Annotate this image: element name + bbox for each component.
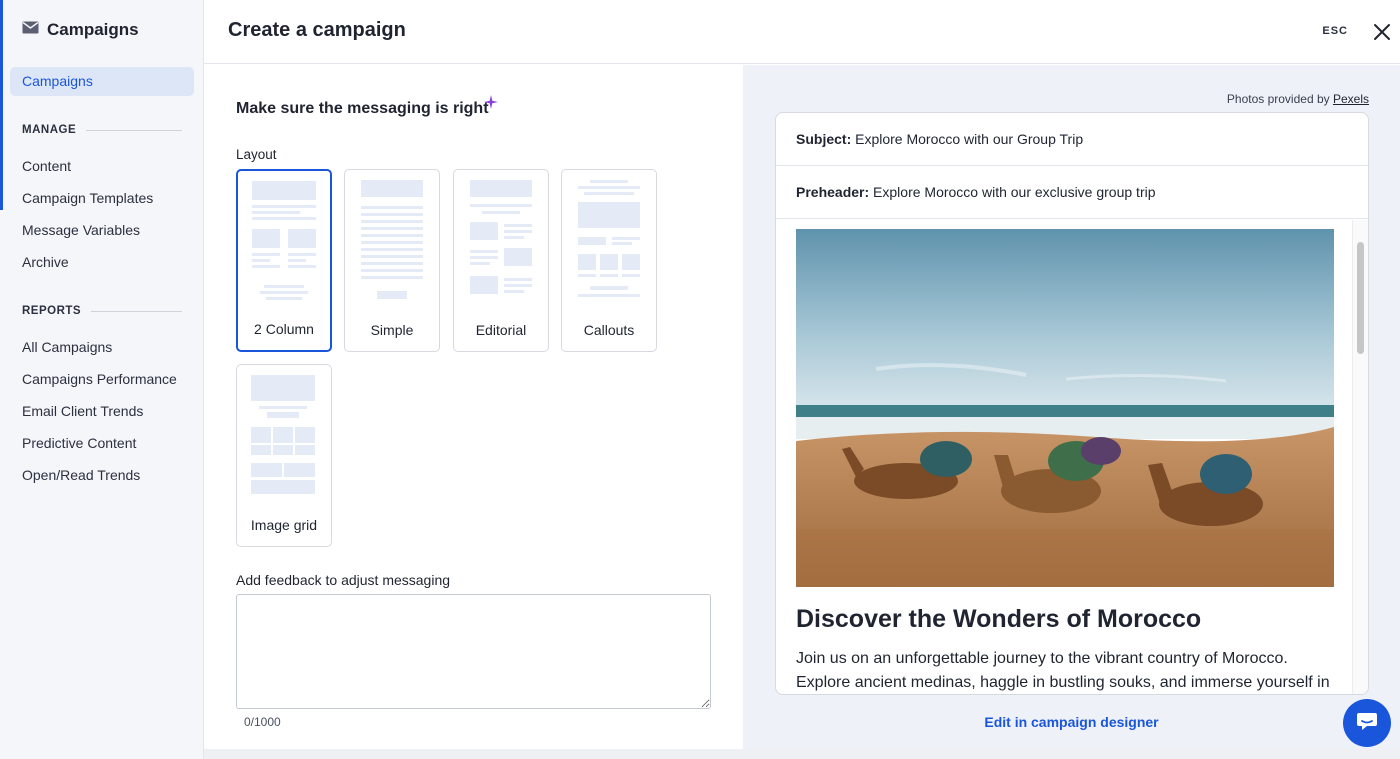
page-title: Create a campaign <box>228 19 406 41</box>
edit-in-designer-link[interactable]: Edit in campaign designer <box>743 714 1400 730</box>
sidebar-item-email-client-trends[interactable]: Email Client Trends <box>22 403 143 419</box>
sidebar-item-campaigns-performance[interactable]: Campaigns Performance <box>22 371 177 387</box>
esc-hint: ESC <box>1322 25 1348 37</box>
chat-button[interactable] <box>1343 699 1391 747</box>
email-body-text: Join us on an unforgettable journey to t… <box>796 650 1330 691</box>
layout-name: Callouts <box>583 322 635 338</box>
modal-header: Create a campaign ESC <box>204 0 1400 64</box>
preheader-row: Preheader: Explore Morocco with our excl… <box>776 166 1368 219</box>
layout-name: 2 Column <box>254 321 314 337</box>
preheader-value: Explore Morocco with our exclusive group… <box>873 184 1156 200</box>
email-preview: Subject: Explore Morocco with our Group … <box>775 112 1369 695</box>
chat-bubble-icon <box>1355 709 1379 738</box>
bottom-strip <box>204 749 1400 759</box>
divider <box>86 129 182 131</box>
callouts-thumbnail <box>578 180 640 297</box>
layout-option-simple[interactable]: Simple <box>344 169 440 352</box>
sidebar-item-campaigns[interactable]: Campaigns <box>10 67 194 96</box>
preview-scrollbar[interactable] <box>1352 220 1368 694</box>
photo-credit: Photos provided by Pexels <box>1226 92 1369 106</box>
image-grid-thumbnail <box>251 375 315 494</box>
sidebar-item-campaign-templates[interactable]: Campaign Templates <box>22 190 153 206</box>
subject-row: Subject: Explore Morocco with our Group … <box>776 113 1368 166</box>
feedback-label: Add feedback to adjust messaging <box>236 572 451 588</box>
sidebar: Campaigns Campaigns MANAGE Content Campa… <box>0 0 204 759</box>
divider <box>91 310 182 312</box>
simple-thumbnail <box>361 180 423 299</box>
layout-option-editorial[interactable]: Editorial <box>453 169 549 352</box>
layout-name: Simple <box>370 322 414 338</box>
sparkle-icon <box>484 95 498 114</box>
layout-option-image-grid[interactable]: Image grid <box>236 364 332 547</box>
close-icon[interactable] <box>1370 20 1394 44</box>
envelope-icon <box>22 21 39 39</box>
section-heading-reports: REPORTS <box>22 305 182 317</box>
layout-option-callouts[interactable]: Callouts <box>561 169 657 352</box>
sidebar-item-open-read-trends[interactable]: Open/Read Trends <box>22 467 140 483</box>
sidebar-item-all-campaigns[interactable]: All Campaigns <box>22 339 112 355</box>
sidebar-item-message-variables[interactable]: Message Variables <box>22 222 140 238</box>
character-counter: 0/1000 <box>244 715 281 729</box>
brand-title: Campaigns <box>47 20 139 39</box>
email-body: Discover the Wonders of Morocco Join us … <box>776 220 1354 694</box>
layout-label: Layout <box>236 147 277 162</box>
pexels-link[interactable]: Pexels <box>1333 92 1369 106</box>
scrollbar-thumb[interactable] <box>1357 242 1364 354</box>
subject-label: Subject: <box>796 131 852 147</box>
layout-name: Editorial <box>475 322 527 338</box>
form-title: Make sure the messaging is right <box>236 100 489 117</box>
section-heading-manage: MANAGE <box>22 124 182 136</box>
subject-value: Explore Morocco with our Group Trip <box>855 131 1084 147</box>
campaign-form: Make sure the messaging is right Layout … <box>204 65 743 749</box>
email-preview-panel: Photos provided by Pexels Subject: Explo… <box>743 65 1400 749</box>
preheader-label: Preheader: <box>796 184 870 200</box>
sidebar-item-predictive-content[interactable]: Predictive Content <box>22 435 136 451</box>
hero-image <box>796 229 1334 587</box>
layout-name: Image grid <box>250 517 318 533</box>
email-headline: Discover the Wonders of Morocco <box>796 605 1202 633</box>
editorial-thumbnail <box>470 180 532 294</box>
feedback-textarea[interactable] <box>236 594 711 709</box>
sidebar-item-archive[interactable]: Archive <box>22 254 69 270</box>
sidebar-item-content[interactable]: Content <box>22 158 71 174</box>
sidebar-brand: Campaigns <box>22 20 139 40</box>
two-column-thumbnail <box>252 181 316 300</box>
sidebar-accent-bar <box>0 0 3 210</box>
layout-option-2-column[interactable]: 2 Column <box>236 169 332 352</box>
